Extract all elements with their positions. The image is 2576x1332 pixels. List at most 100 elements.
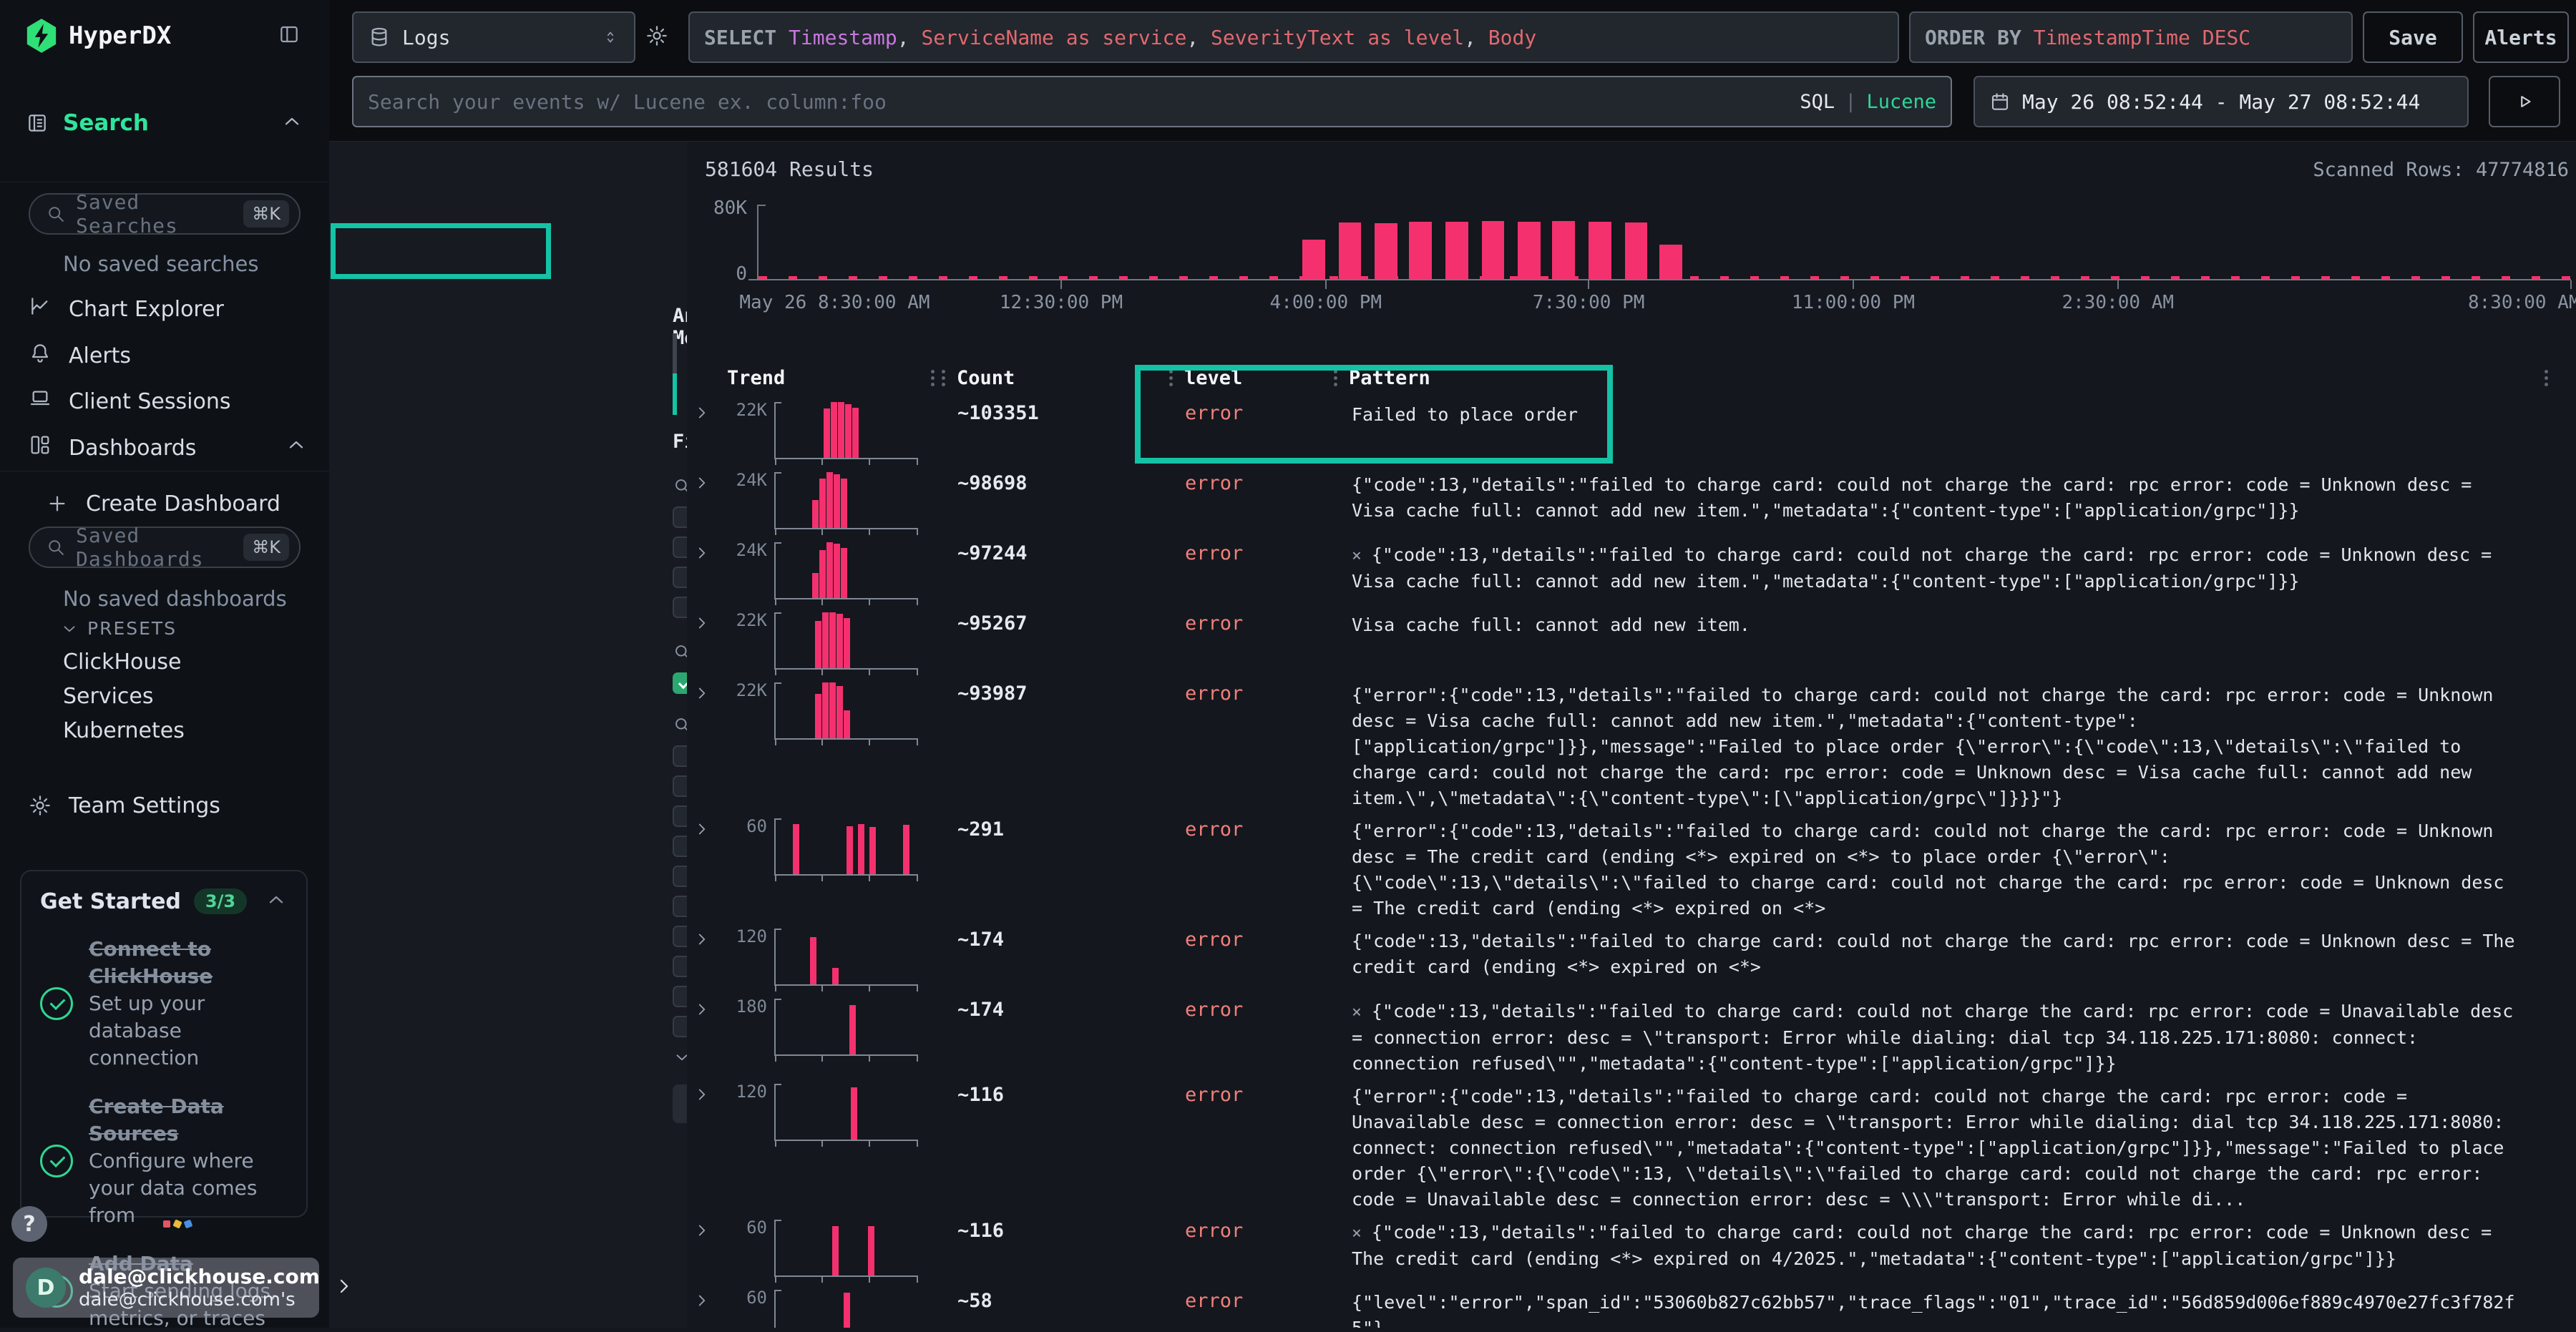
- row-expander-icon[interactable]: [693, 680, 727, 705]
- kebab-menu-icon[interactable]: [2545, 370, 2548, 373]
- histogram-bar[interactable]: [1625, 222, 1648, 279]
- table-row[interactable]: 22K ~93987 error {"error":{"code":13,"de…: [693, 680, 2576, 811]
- chevron-up-icon[interactable]: [265, 888, 288, 914]
- select-clause-input[interactable]: SELECT Timestamp, ServiceName as service…: [688, 11, 1899, 63]
- row-expander-icon[interactable]: [693, 996, 727, 1022]
- histogram-bar[interactable]: [1339, 222, 1362, 279]
- chevron-up-icon[interactable]: [285, 434, 308, 462]
- count-cell: ~291: [942, 816, 1169, 841]
- pattern-cell[interactable]: {"error":{"code":13,"details":"failed to…: [1334, 816, 2545, 921]
- sidebar-item-team-settings[interactable]: Team Settings: [29, 787, 308, 824]
- pattern-cell[interactable]: {"error":{"code":13,"details":"failed to…: [1334, 680, 2545, 811]
- search-input[interactable]: [368, 90, 1788, 114]
- histogram-bar[interactable]: [1552, 221, 1575, 279]
- pattern-cell[interactable]: {"level":"error","span_id":"53060b827c62…: [1334, 1287, 2545, 1328]
- help-button[interactable]: ?: [11, 1206, 47, 1242]
- column-handle-icon[interactable]: [1169, 370, 1173, 373]
- x-axis-tick: [2570, 280, 2572, 289]
- column-handle-icon[interactable]: [931, 370, 935, 373]
- histogram-bar[interactable]: [1375, 223, 1397, 279]
- presets-toggle[interactable]: PRESETS: [60, 618, 177, 639]
- get-started-item[interactable]: Create Data SourcesConfigure where your …: [40, 1093, 288, 1229]
- sidebar-collapse-icon[interactable]: [278, 23, 301, 49]
- pattern-cell[interactable]: Failed to place order: [1334, 399, 2545, 428]
- trend-sparkline: 22K: [727, 680, 942, 740]
- create-dashboard-button[interactable]: Create Dashboard: [46, 485, 325, 522]
- histogram-bar[interactable]: [1302, 240, 1325, 279]
- table-row[interactable]: 60 ~116 error ×{"code":13,"details":"fai…: [693, 1217, 2576, 1283]
- pattern-cell[interactable]: {"error":{"code":13,"details":"failed to…: [1334, 1081, 2545, 1213]
- sidebar-item-search[interactable]: Search: [26, 110, 303, 136]
- histogram-plot[interactable]: May 26 8:30:00 AM12:30:00 PM4:00:00 PM7:…: [757, 205, 2571, 280]
- row-expander-icon[interactable]: [693, 539, 727, 565]
- app-logo[interactable]: HyperDX: [26, 19, 171, 53]
- pattern-cell[interactable]: ×{"code":13,"details":"failed to charge …: [1334, 996, 2545, 1077]
- pattern-cell[interactable]: {"code":13,"details":"failed to charge c…: [1334, 469, 2545, 524]
- get-started-item[interactable]: Connect to ClickHouseSet up your databas…: [40, 936, 288, 1072]
- sidebar-item-chart-explorer[interactable]: Chart Explorer: [29, 290, 308, 328]
- table-row[interactable]: 24K ~97244 error ×{"code":13,"details":"…: [693, 539, 2576, 605]
- no-saved-dashboards-text: No saved dashboards: [63, 587, 287, 611]
- histogram-bar[interactable]: [1589, 222, 1611, 279]
- preset-item-kubernetes[interactable]: Kubernetes: [63, 718, 185, 743]
- table-row[interactable]: 22K ~95267 error Visa cache full: cannot…: [693, 609, 2576, 675]
- preset-item-clickhouse[interactable]: ClickHouse: [63, 650, 182, 675]
- user-menu[interactable]: D dale@clickhouse.com dale@clickhouse.co…: [13, 1258, 319, 1318]
- source-select[interactable]: Logs: [352, 11, 635, 63]
- x-axis-label: 4:00:00 PM: [1270, 292, 1382, 313]
- pattern-cell[interactable]: ×{"code":13,"details":"failed to charge …: [1334, 1217, 2545, 1272]
- histogram-bar[interactable]: [1482, 221, 1505, 279]
- row-expander-icon[interactable]: [693, 609, 727, 635]
- date-range-picker[interactable]: May 26 08:52:44 - May 27 08:52:44: [1974, 76, 2469, 127]
- table-row[interactable]: 24K ~98698 error {"code":13,"details":"f…: [693, 469, 2576, 535]
- chevron-up-icon[interactable]: [280, 110, 303, 136]
- row-expander-icon[interactable]: [693, 1081, 727, 1107]
- table-row[interactable]: 120 ~174 error {"code":13,"details":"fai…: [693, 926, 2576, 991]
- row-expander-icon[interactable]: [693, 399, 727, 425]
- sidebar-item-dashboards[interactable]: Dashboards: [29, 429, 308, 466]
- live-tail-button[interactable]: [2489, 76, 2560, 127]
- preset-item-services[interactable]: Services: [63, 684, 154, 709]
- histogram-bar[interactable]: [1659, 245, 1682, 279]
- sparkline-max-label: 22K: [727, 681, 767, 740]
- pattern-cell[interactable]: ×{"code":13,"details":"failed to charge …: [1334, 539, 2545, 594]
- histogram-bar[interactable]: [1409, 222, 1432, 279]
- source-settings-gear-icon[interactable]: [645, 24, 668, 50]
- table-row[interactable]: 120 ~116 error {"error":{"code":13,"deta…: [693, 1081, 2576, 1213]
- table-row[interactable]: 180 ~174 error ×{"code":13,"details":"fa…: [693, 996, 2576, 1077]
- row-expander-icon[interactable]: [693, 1217, 727, 1243]
- row-expander-icon[interactable]: [693, 469, 727, 495]
- pattern-cell[interactable]: Visa cache full: cannot add new item.: [1334, 609, 2545, 638]
- column-handle-icon[interactable]: [1334, 370, 1337, 373]
- sidebar-item-alerts[interactable]: Alerts: [29, 337, 308, 374]
- column-header-pattern[interactable]: Pattern: [1334, 367, 2545, 389]
- results-histogram[interactable]: 80K 0 May 26 8:30:00 AM12:30:00 PM4:00:0…: [706, 197, 2572, 312]
- column-header-trend[interactable]: Trend: [727, 367, 942, 389]
- table-row[interactable]: 22K ~103351 error Failed to place order: [693, 399, 2576, 465]
- query-language-toggle[interactable]: SQL | Lucene: [1800, 91, 1936, 113]
- alerts-button[interactable]: Alerts: [2473, 11, 2569, 63]
- date-range-value: May 26 08:52:44 - May 27 08:52:44: [2022, 90, 2420, 114]
- table-row[interactable]: 60 ~58 error {"level":"error","span_id":…: [693, 1287, 2576, 1328]
- saved-dashboards-input[interactable]: Saved Dashboards ⌘K: [29, 527, 301, 568]
- column-handle-icon[interactable]: [942, 370, 945, 373]
- get-started-card: Get Started 3/3 Connect to ClickHouseSet…: [20, 870, 308, 1218]
- row-expander-icon[interactable]: [693, 816, 727, 841]
- pattern-cell[interactable]: {"code":13,"details":"failed to charge c…: [1334, 926, 2545, 980]
- saved-searches-input[interactable]: Saved Searches ⌘K: [29, 193, 301, 235]
- save-button[interactable]: Save: [2363, 11, 2463, 63]
- column-header-level[interactable]: level: [1169, 367, 1334, 389]
- column-header-count[interactable]: Count: [942, 367, 1169, 389]
- order-by-input[interactable]: ORDER BY TimestampTime DESC: [1909, 11, 2353, 63]
- bell-icon: [29, 341, 52, 370]
- trend-sparkline: 180: [727, 996, 942, 1056]
- row-expander-icon[interactable]: [693, 1287, 727, 1313]
- sidebar-item-client-sessions[interactable]: Client Sessions: [29, 383, 308, 420]
- sparkline-max-label: 24K: [727, 471, 767, 529]
- histogram-bar[interactable]: [1445, 222, 1468, 279]
- row-expander-icon[interactable]: [693, 926, 727, 951]
- results-area: 581604 Results Scanned Rows: 47774816 80…: [687, 142, 2576, 1328]
- histogram-bar[interactable]: [1518, 222, 1541, 279]
- table-row[interactable]: 60 ~291 error {"error":{"code":13,"detai…: [693, 816, 2576, 921]
- search-bar[interactable]: SQL | Lucene: [352, 76, 1952, 127]
